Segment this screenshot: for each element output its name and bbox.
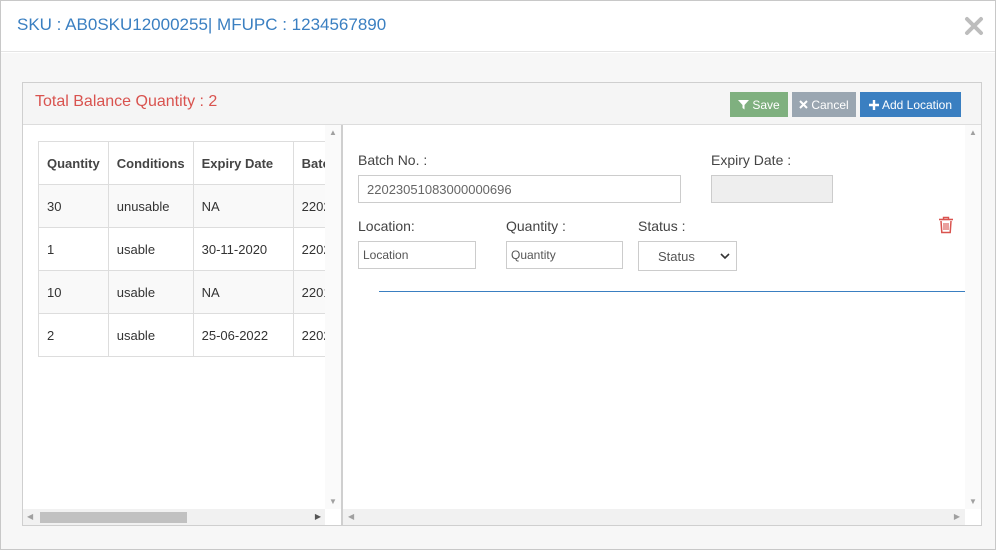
modal-header: SKU : AB0SKU12000255| MFUPC : 1234567890 xyxy=(1,1,995,52)
cell-quantity: 10 xyxy=(38,270,109,314)
right-vertical-scrollbar[interactable]: ▲ ▼ xyxy=(965,125,981,509)
horizontal-scroll-thumb[interactable] xyxy=(40,512,187,523)
table-header-row: Quantity Conditions Expiry Date Batc xyxy=(38,141,340,185)
cancel-button[interactable]: Cancel xyxy=(792,92,856,117)
modal-body: Total Balance Quantity : 2 Save Cancel A… xyxy=(1,53,995,549)
expiry-date-field[interactable] xyxy=(711,175,833,203)
status-select[interactable]: Status xyxy=(638,241,737,271)
delete-trash-icon[interactable] xyxy=(938,216,956,236)
scroll-down-arrow-icon[interactable]: ▼ xyxy=(969,497,977,506)
scroll-right-arrow-icon[interactable]: ▶ xyxy=(954,512,960,521)
stock-table-pane[interactable]: Quantity Conditions Expiry Date Batc 30 … xyxy=(23,125,343,525)
add-location-button-label: Add Location xyxy=(881,97,953,112)
left-vertical-scrollbar[interactable]: ▲ ▼ xyxy=(325,125,341,509)
scroll-left-arrow-icon[interactable]: ◀ xyxy=(27,512,33,521)
location-label: Location: xyxy=(358,218,415,234)
add-location-button[interactable]: Add Location xyxy=(860,92,961,117)
batch-location-modal: SKU : AB0SKU12000255| MFUPC : 1234567890… xyxy=(0,0,996,550)
cell-conditions: unusable xyxy=(107,184,194,228)
total-balance-title: Total Balance Quantity : 2 xyxy=(35,93,218,110)
close-icon[interactable] xyxy=(959,11,989,41)
batch-number-field[interactable]: 22023051083000000696 xyxy=(358,175,681,203)
status-select-value: Status xyxy=(658,248,695,264)
column-header-expiry-date[interactable]: Expiry Date xyxy=(192,141,294,185)
cell-quantity: 1 xyxy=(38,227,109,271)
cell-expiry-date: 30-11-2020 xyxy=(192,227,294,271)
column-header-conditions[interactable]: Conditions xyxy=(107,141,194,185)
cancel-button-label: Cancel xyxy=(811,97,849,112)
table-row[interactable]: 30 unusable NA 2202 xyxy=(38,184,340,228)
cell-quantity: 2 xyxy=(38,313,109,357)
scroll-down-arrow-icon[interactable]: ▼ xyxy=(329,497,337,506)
table-row[interactable]: 2 usable 25-06-2022 2202 xyxy=(38,313,340,357)
left-horizontal-scrollbar[interactable]: ◀ ▶ xyxy=(23,509,325,525)
balance-panel: Total Balance Quantity : 2 Save Cancel A… xyxy=(22,82,982,526)
plus-icon xyxy=(868,99,879,110)
cell-quantity: 30 xyxy=(38,184,109,228)
scroll-right-arrow-icon[interactable]: ▶ xyxy=(315,512,321,521)
cell-expiry-date: NA xyxy=(192,184,294,228)
panel-heading: Total Balance Quantity : 2 Save Cancel A… xyxy=(23,83,981,125)
quantity-label: Quantity : xyxy=(506,218,566,234)
stock-table: Quantity Conditions Expiry Date Batc 30 … xyxy=(38,141,340,357)
table-row[interactable]: 1 usable 30-11-2020 2202 xyxy=(38,227,340,271)
save-button-label: Save xyxy=(752,97,780,112)
filter-icon xyxy=(738,100,750,110)
column-header-quantity[interactable]: Quantity xyxy=(38,141,109,185)
status-label: Status : xyxy=(638,218,686,234)
save-button[interactable]: Save xyxy=(730,92,788,117)
times-icon xyxy=(799,100,809,109)
table-row[interactable]: 10 usable NA 2201 xyxy=(38,270,340,314)
scroll-left-arrow-icon[interactable]: ◀ xyxy=(348,512,354,521)
chevron-down-icon xyxy=(720,253,730,260)
quantity-input[interactable]: Quantity xyxy=(506,241,623,269)
cell-expiry-date: NA xyxy=(192,270,294,314)
cell-expiry-date: 25-06-2022 xyxy=(192,313,294,357)
scroll-up-arrow-icon[interactable]: ▲ xyxy=(969,128,977,137)
batch-number-label: Batch No. : xyxy=(358,152,428,168)
right-horizontal-scrollbar[interactable]: ◀ ▶ xyxy=(343,509,965,525)
scroll-up-arrow-icon[interactable]: ▲ xyxy=(329,128,337,137)
modal-title: SKU : AB0SKU12000255| MFUPC : 1234567890 xyxy=(17,15,387,34)
location-form-pane: Batch No. : 22023051083000000696 Expiry … xyxy=(343,125,981,525)
cell-conditions: usable xyxy=(107,227,194,271)
form-divider xyxy=(379,291,970,292)
cell-conditions: usable xyxy=(107,270,194,314)
expiry-date-label: Expiry Date : xyxy=(711,152,792,168)
location-input[interactable]: Location xyxy=(358,241,476,269)
cell-conditions: usable xyxy=(107,313,194,357)
